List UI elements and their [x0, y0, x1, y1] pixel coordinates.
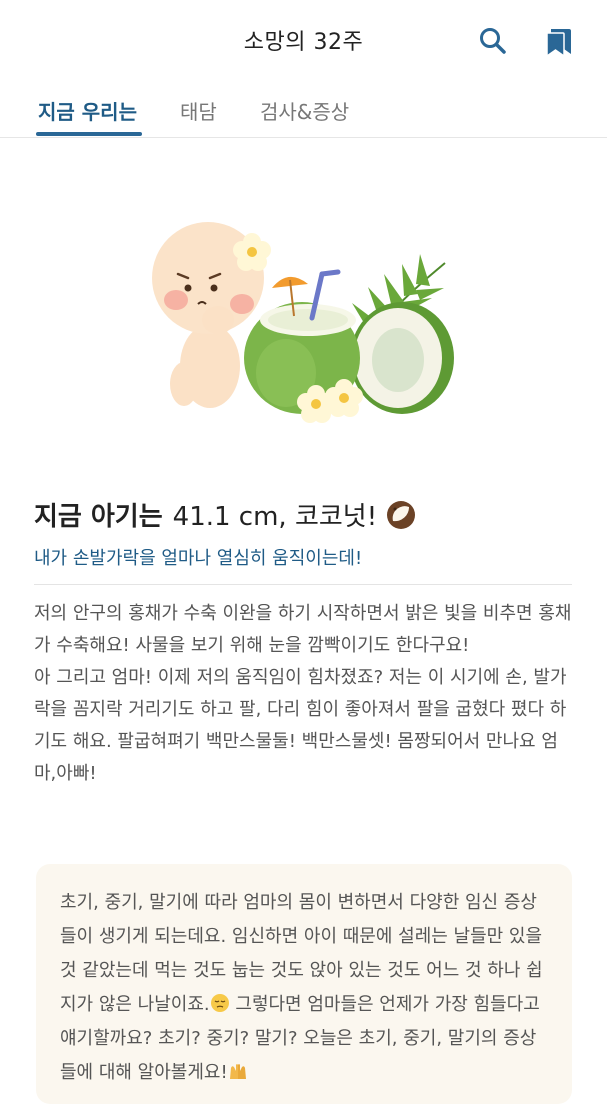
- pensive-face-icon: [210, 994, 229, 1012]
- symptoms-info-card: 초기, 중기, 말기에 따라 엄마의 몸이 변하면서 다양한 임신 증상들이 생…: [36, 864, 572, 1104]
- page-title: 소망의 32주: [243, 30, 364, 55]
- baby-subtitle: 내가 손발가락을 얼마나 열심히 움직이는데!: [34, 548, 363, 569]
- coconut-icon: [387, 501, 416, 529]
- baby-size-heading: 지금 아기는 41.1 cm, 코코넛!: [34, 496, 574, 533]
- tab-prenatal-talk[interactable]: 태담: [180, 96, 217, 125]
- bookmark-button[interactable]: [542, 24, 576, 58]
- baby-coconut-illustration: [152, 222, 454, 423]
- search-button[interactable]: [476, 24, 510, 58]
- description-paragraph: 저의 안구의 홍채가 수축 이완을 하기 시작하면서 밝은 빛을 비추면 홍채가…: [34, 603, 572, 656]
- active-tab-indicator: [36, 132, 142, 136]
- baby-size-value: 41.1 cm, 코코넛!: [172, 502, 378, 532]
- tab-now[interactable]: 지금 우리는: [38, 96, 137, 125]
- bookmark-icon: [546, 29, 571, 58]
- top-bar: 소망의 32주: [0, 0, 607, 82]
- description-paragraph: 아 그리고 엄마! 이제 저의 움직임이 힘차졌죠? 저는 이 시기에 손, 발…: [34, 667, 567, 784]
- development-description: 저의 안구의 홍채가 수축 이완을 하기 시작하면서 밝은 빛을 비추면 홍채가…: [34, 598, 574, 790]
- tab-bar: 지금 우리는 태담 검사&증상: [0, 82, 607, 138]
- tab-tests-symptoms[interactable]: 검사&증상: [260, 96, 349, 125]
- divider: [34, 584, 572, 585]
- raised-hands-icon: [229, 1064, 246, 1079]
- baby-size-lead: 지금 아기는: [34, 502, 163, 532]
- search-icon: [480, 28, 506, 54]
